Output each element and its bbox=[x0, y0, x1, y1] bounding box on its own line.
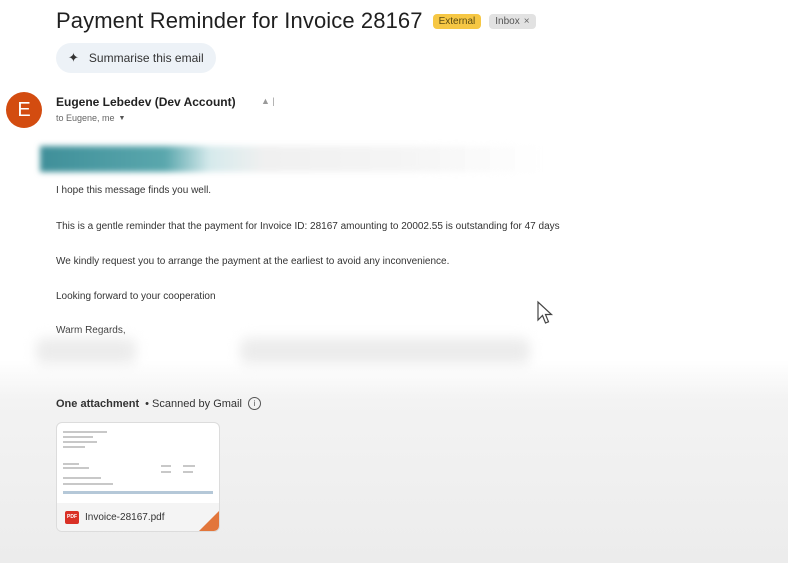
inbox-label[interactable]: Inbox × bbox=[489, 13, 536, 29]
attachments-heading: One attachment • Scanned by Gmail i bbox=[56, 397, 261, 410]
sparkle-icon: ✦ bbox=[68, 50, 79, 65]
blurred-signature-details bbox=[240, 338, 530, 364]
doc-preview-line bbox=[63, 446, 85, 448]
doc-preview-line bbox=[161, 465, 171, 467]
sender-details-icon[interactable]: ▲ | bbox=[261, 96, 275, 106]
attachments-count: One attachment bbox=[56, 397, 140, 410]
sender-name[interactable]: Eugene Lebedev (Dev Account) bbox=[56, 95, 236, 109]
chevron-down-icon[interactable]: ▼ bbox=[119, 115, 126, 122]
pdf-icon: PDF bbox=[65, 510, 79, 524]
body-line-request: We kindly request you to arrange the pay… bbox=[56, 256, 450, 267]
info-icon[interactable]: i bbox=[247, 397, 261, 410]
doc-preview-line bbox=[63, 431, 107, 433]
recipients-text: to Eugene, me bbox=[56, 113, 115, 123]
remove-label-icon[interactable]: × bbox=[524, 16, 530, 27]
email-subject: Payment Reminder for Invoice 28167 bbox=[56, 8, 423, 33]
attachment-caption: PDF Invoice-28167.pdf bbox=[57, 503, 219, 531]
recipients[interactable]: to Eugene, me ▼ bbox=[56, 113, 125, 123]
mouse-cursor-icon bbox=[537, 300, 554, 324]
attachment-filename[interactable]: Invoice-28167.pdf bbox=[85, 512, 165, 523]
inbox-label-text: Inbox bbox=[495, 15, 520, 27]
doc-preview-line bbox=[161, 471, 171, 473]
summarise-label: Summarise this email bbox=[88, 51, 204, 65]
page-corner-fold bbox=[199, 511, 219, 531]
doc-preview-line bbox=[63, 483, 113, 485]
attachment-card[interactable]: PDF Invoice-28167.pdf bbox=[56, 422, 220, 532]
blurred-signature bbox=[36, 338, 136, 364]
doc-preview-line bbox=[183, 465, 195, 467]
doc-preview-line bbox=[63, 436, 93, 438]
subject-row: Payment Reminder for Invoice 28167 Exter… bbox=[56, 8, 536, 34]
doc-preview-line bbox=[63, 467, 89, 469]
doc-preview-table-bar bbox=[63, 491, 213, 494]
doc-preview-line bbox=[183, 471, 193, 473]
body-line-signoff: Warm Regards, bbox=[56, 325, 126, 336]
external-label[interactable]: External bbox=[432, 13, 482, 29]
blurred-banner-image bbox=[40, 146, 540, 172]
summarise-email-button[interactable]: ✦ Summarise this email bbox=[56, 43, 216, 73]
doc-preview-line bbox=[63, 441, 97, 443]
doc-preview-line bbox=[63, 477, 101, 479]
doc-preview-line bbox=[63, 463, 79, 465]
body-line-closing: Looking forward to your cooperation bbox=[56, 291, 216, 302]
avatar[interactable]: E bbox=[6, 92, 42, 128]
body-line-reminder: This is a gentle reminder that the payme… bbox=[56, 221, 560, 232]
body-line-greeting: I hope this message finds you well. bbox=[56, 185, 212, 196]
scanned-by-gmail: • Scanned by Gmail bbox=[145, 397, 242, 410]
